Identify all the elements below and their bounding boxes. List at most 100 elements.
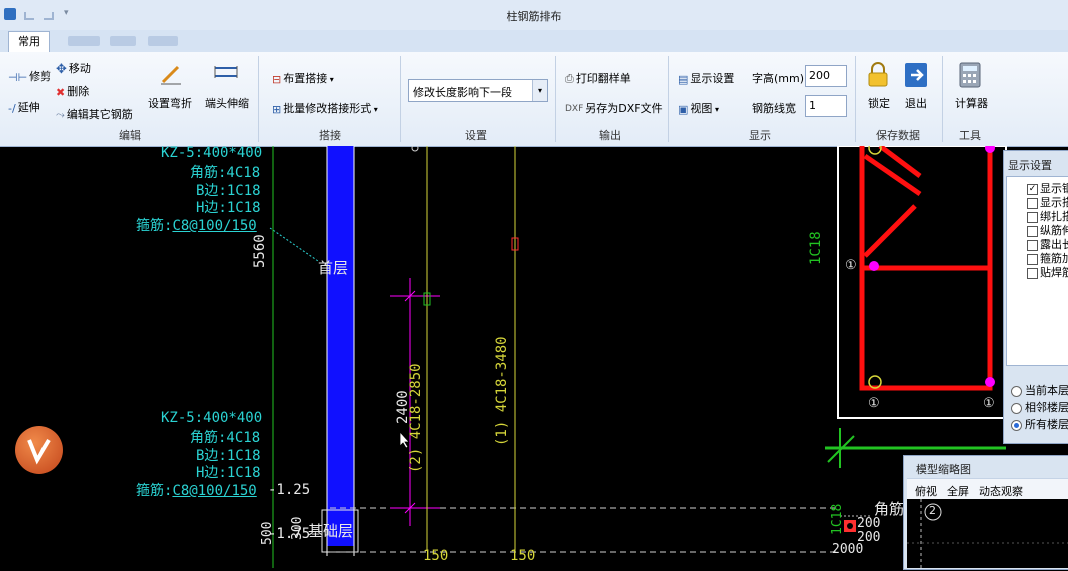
radio-current-floor[interactable]: 当前本层 (1011, 382, 1068, 398)
checkbox-icon[interactable] (1027, 211, 1038, 223)
exit-icon (904, 62, 928, 88)
display-option[interactable]: 贴焊筋 (1027, 264, 1068, 280)
delete-icon: ✖ (56, 85, 66, 99)
detail-dimension: 200 (857, 516, 881, 531)
tab-placeholder (110, 36, 136, 46)
checkbox-icon[interactable] (1027, 225, 1038, 237)
dimension-5560: 5560 (252, 234, 268, 268)
group-label-save-data: 保存数据 (876, 129, 920, 142)
tab-placeholder (68, 36, 100, 46)
group-divider (555, 56, 556, 142)
h-side-rebar-upper: H边:1C18 (196, 200, 261, 216)
dimension-500: 500 (260, 521, 275, 545)
edit-other-rebar-button[interactable]: ⤳ 编辑其它钢筋 (56, 106, 133, 122)
detail-rebar-label: 1C18 (830, 503, 845, 535)
chevron-down-icon: ▾ (712, 105, 719, 114)
checkbox-icon[interactable] (1027, 267, 1038, 279)
group-label-output: 输出 (599, 129, 621, 142)
section-rebar-label: 1C18 (808, 231, 824, 265)
calculator-button[interactable]: 计算器 (955, 95, 988, 111)
group-label-edit: 编辑 (119, 129, 141, 142)
group-divider (400, 56, 401, 142)
trim-icon: ⊣⊢ (8, 70, 28, 84)
delete-button[interactable]: ✖ 删除 (56, 83, 89, 99)
rebar-label-2: (2) 4C18-2850 (408, 363, 424, 473)
group-divider (855, 56, 856, 142)
rebar-point (869, 261, 879, 271)
dynamic-view-button[interactable]: 动态观察 (979, 483, 1023, 499)
detail-dimension: 2000 (832, 542, 864, 557)
line-width-label: 钢筋线宽 (752, 102, 796, 115)
display-options-list: ✓显示钢 显示搭 绑扎搭 纵筋伸 露出长 箍筋加 贴焊筋 (1006, 176, 1068, 366)
display-settings-button[interactable]: ▤ 显示设置 (678, 70, 734, 86)
printer-icon: ⎙ (565, 72, 574, 85)
batch-modify-lap-button[interactable]: ⊞ 批量修改搭接形式 ▾ (272, 100, 378, 116)
checkbox-icon[interactable] (1027, 253, 1038, 265)
end-extend-icon (212, 62, 240, 86)
font-height-label: 字高(mm) (752, 72, 805, 85)
checkbox-checked-icon[interactable]: ✓ (1027, 183, 1038, 195)
radio-all-floors[interactable]: 所有楼层 (1011, 416, 1068, 432)
group-label-tools: 工具 (959, 129, 981, 142)
rebar-label-1: (1) 4C18-3480 (494, 336, 510, 446)
save-dxf-button[interactable]: DXF 另存为DXF文件 (565, 100, 663, 116)
column-body (327, 146, 354, 546)
edit-rebar-icon: ⤳ (56, 108, 65, 121)
lock-button[interactable]: 锁定 (868, 95, 890, 111)
stirrup-upper: 箍筋:C8@100/150 (136, 218, 257, 234)
pencil-icon (158, 62, 184, 86)
trim-button[interactable]: ⊣⊢ 修剪 (8, 68, 51, 84)
radio-icon[interactable] (1011, 402, 1022, 414)
group-label-lap: 搭接 (319, 129, 341, 142)
tab-common[interactable]: 常用 (8, 31, 50, 53)
stirrup-lower: 箍筋:C8@100/150 (136, 483, 257, 499)
thumbnail-marker: 2 (929, 504, 936, 517)
group-label-settings: 设置 (465, 129, 487, 142)
checkbox-icon[interactable] (1027, 239, 1038, 251)
rebar-marker: ① (868, 396, 880, 411)
floor-label-base: 基础层 (308, 522, 354, 540)
elevation-label: -1.25 (268, 482, 311, 498)
dimension-150: 150 (423, 548, 449, 564)
column-id-lower: KZ-5:400*400 (161, 410, 263, 426)
dimension-150: 150 (510, 548, 536, 564)
length-mode-select[interactable]: 修改长度影响下一段 ▾ (408, 79, 548, 102)
view-icon: ▣ (678, 102, 689, 116)
set-bend-button[interactable]: 设置弯折 (148, 95, 192, 111)
lap-icon: ⊟ (272, 72, 282, 86)
corner-rebar-upper: 角筋:4C18 (190, 165, 261, 181)
line-width-input[interactable]: 1 (805, 95, 847, 117)
fullscreen-button[interactable]: 全屏 (947, 483, 969, 499)
top-view-button[interactable]: 俯视 (915, 483, 937, 499)
floor-label-first: 首层 (318, 259, 349, 277)
view-menu-button[interactable]: ▣ 视图 ▾ (678, 100, 719, 116)
radio-icon[interactable] (1011, 385, 1022, 397)
end-extend-button[interactable]: 端头伸缩 (205, 95, 249, 111)
window-title: 柱钢筋排布 (506, 10, 562, 23)
checkbox-icon[interactable] (1027, 197, 1038, 209)
radio-selected-icon[interactable] (1011, 419, 1022, 431)
mouse-cursor-icon (399, 431, 410, 449)
place-lap-button[interactable]: ⊟ 布置搭接 ▾ (272, 70, 334, 86)
column-id-upper: KZ-5:400*400 (161, 145, 263, 161)
batch-icon: ⊞ (272, 102, 282, 116)
model-thumbnail-title: 模型缩略图 (916, 463, 971, 476)
chevron-down-icon[interactable]: ▾ (532, 80, 547, 101)
chevron-down-icon: ▾ (327, 75, 334, 84)
extend-icon: -/ (8, 101, 16, 115)
software-logo-icon[interactable] (15, 426, 63, 474)
print-sheet-button[interactable]: ⎙ 打印翻样单 (565, 70, 631, 86)
radio-adjacent-floor[interactable]: 相邻楼层 (1011, 399, 1068, 415)
model-thumbnail-view[interactable]: 2 (907, 499, 1068, 568)
dimension-300: 300 (290, 516, 305, 540)
font-height-input[interactable]: 200 (805, 65, 847, 87)
rebar-marker: ① (983, 396, 995, 411)
display-settings-title: 显示设置 (1008, 159, 1052, 172)
group-divider (668, 56, 669, 142)
exit-button[interactable]: 退出 (905, 95, 927, 111)
move-button[interactable]: ✥ 移动 (56, 60, 91, 77)
lock-icon (867, 62, 889, 88)
corner-rebar-lower: 角筋:4C18 (190, 430, 261, 446)
h-side-rebar-lower: H边:1C18 (196, 465, 261, 481)
extend-button[interactable]: -/延伸 (8, 99, 40, 115)
